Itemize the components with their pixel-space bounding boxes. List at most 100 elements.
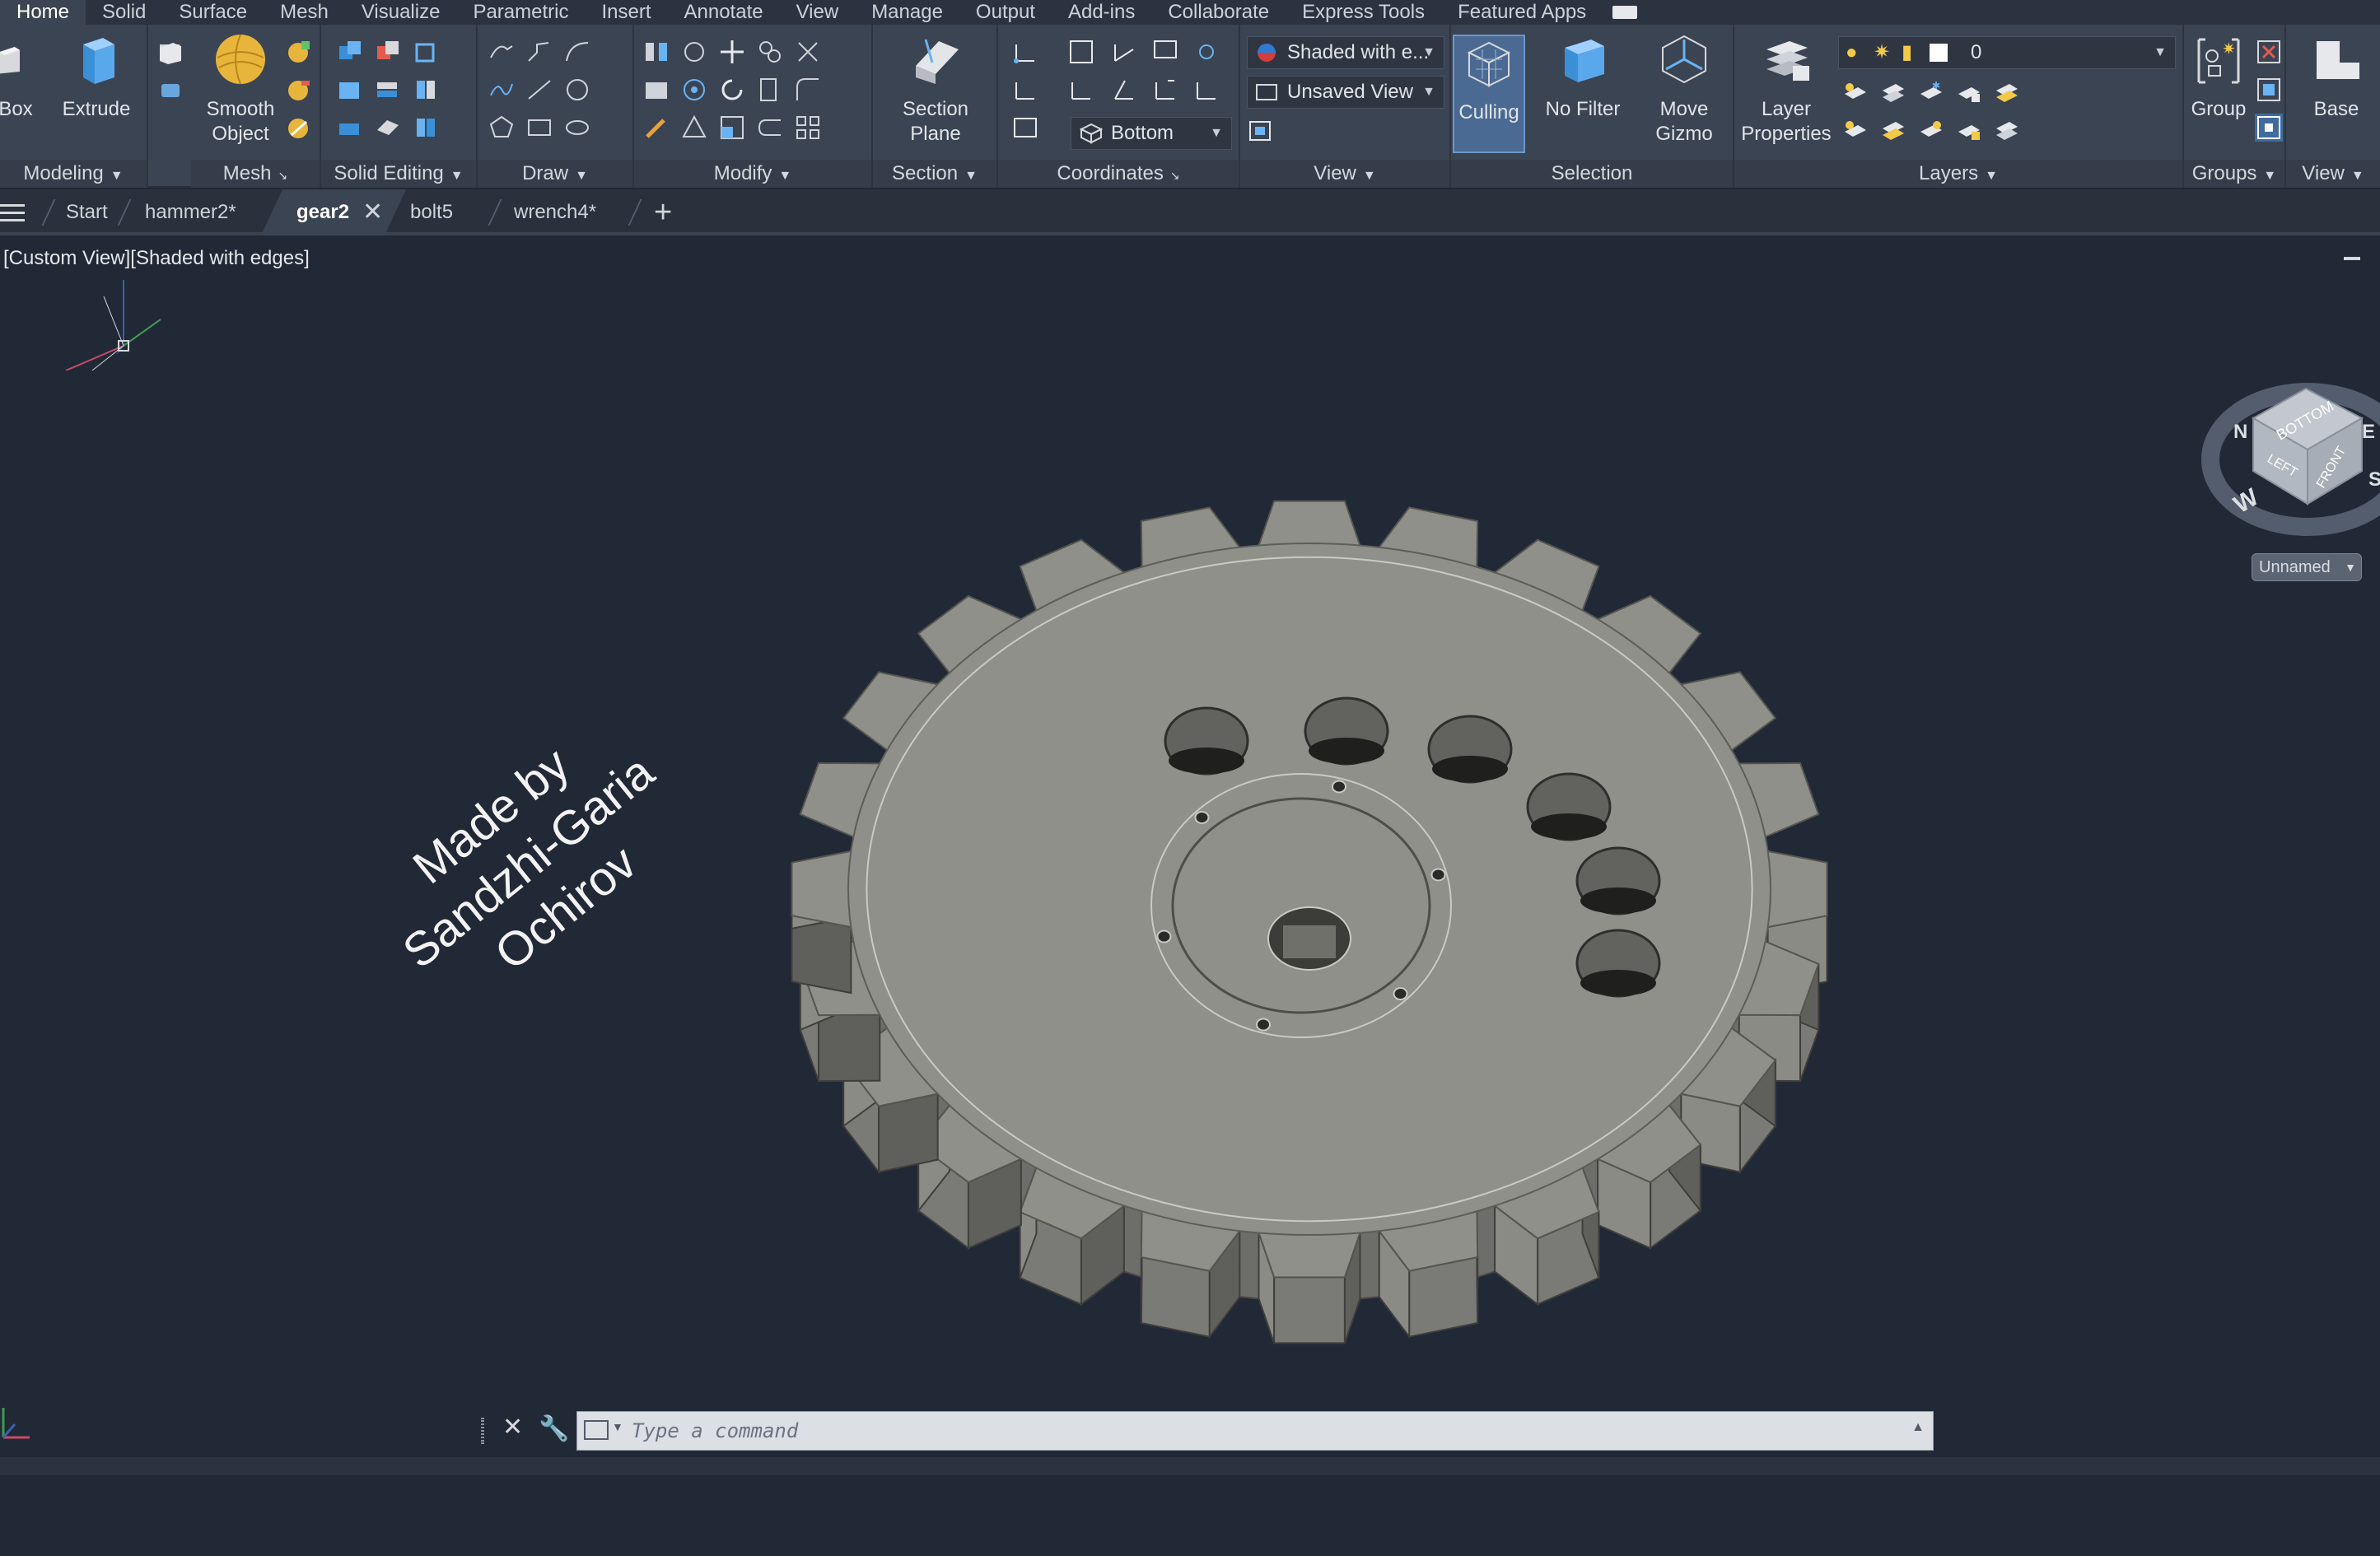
- close-command-line-icon[interactable]: ✕: [502, 1413, 523, 1442]
- polyline-icon[interactable]: [488, 38, 516, 66]
- panel-title-coordinates[interactable]: Coordinates ↘: [998, 160, 1239, 188]
- layer-on-icon[interactable]: [1841, 117, 1869, 145]
- layer-lock-icon[interactable]: [1955, 79, 1983, 107]
- panel-title-view-base[interactable]: View ▼: [2286, 160, 2380, 188]
- tab-manage[interactable]: Manage: [855, 0, 959, 25]
- ucs-dropdown[interactable]: Bottom ▼: [1071, 117, 1232, 150]
- polygon-icon[interactable]: [488, 114, 516, 142]
- circle-icon[interactable]: [563, 76, 591, 104]
- box-button[interactable]: Box: [0, 33, 36, 122]
- ucs-x-icon[interactable]: [1110, 38, 1138, 66]
- thicken-icon[interactable]: [374, 76, 402, 104]
- panel-title-groups[interactable]: Groups ▼: [2184, 160, 2284, 188]
- stretch-icon[interactable]: [756, 76, 784, 104]
- panel-title-modify[interactable]: Modify ▼: [634, 160, 871, 188]
- mesh-smooth-less-icon[interactable]: [285, 76, 313, 104]
- visual-style-dropdown[interactable]: Shaded with e... ▼: [1247, 36, 1444, 69]
- line-segment-icon[interactable]: [525, 76, 553, 104]
- layer-freeze-icon[interactable]: ✱: [1917, 79, 1945, 107]
- mesh-smooth-more-icon[interactable]: [285, 38, 313, 66]
- new-tab-icon[interactable]: +: [654, 189, 672, 235]
- polysolid-icon[interactable]: [156, 38, 184, 66]
- named-view-dropdown[interactable]: Unsaved View ▼: [1247, 76, 1444, 109]
- layer-off-icon[interactable]: [1841, 79, 1869, 107]
- tab-home[interactable]: Home: [0, 0, 86, 25]
- rectangle-icon[interactable]: [525, 114, 553, 142]
- tab-collaborate[interactable]: Collaborate: [1151, 0, 1286, 25]
- ucs-named-icon[interactable]: [1011, 114, 1039, 142]
- layer-properties-button[interactable]: Layer Properties: [1734, 33, 1838, 147]
- copy-icon[interactable]: [756, 38, 784, 66]
- extrude-button[interactable]: Extrude: [59, 33, 133, 122]
- annotation-text[interactable]: Made by Sandzhi-Garia Ochirov: [354, 697, 703, 1027]
- ucs-y-icon[interactable]: [1110, 76, 1138, 104]
- 3d-align-icon[interactable]: [642, 76, 670, 104]
- mesh-refine-icon[interactable]: [285, 114, 313, 142]
- panel-title-solid-editing[interactable]: Solid Editing ▼: [321, 160, 476, 188]
- ucs-world-icon[interactable]: [1067, 38, 1095, 66]
- ucs-object-icon[interactable]: [1011, 76, 1039, 104]
- spline-icon[interactable]: [488, 76, 516, 104]
- no-filter-button[interactable]: No Filter: [1533, 33, 1632, 122]
- trim-icon[interactable]: [794, 38, 822, 66]
- layer-unisolate-icon[interactable]: [1879, 117, 1907, 145]
- panel-title-layers[interactable]: Layers ▼: [1734, 160, 2182, 188]
- section-plane-button[interactable]: Section Plane: [886, 33, 985, 147]
- layer-isolate-icon[interactable]: [1879, 79, 1907, 107]
- compass-n-label[interactable]: N: [2233, 421, 2247, 443]
- union-icon[interactable]: [336, 38, 364, 66]
- ucs-view-icon[interactable]: [1151, 38, 1179, 66]
- layer-match-icon[interactable]: [1993, 79, 2021, 107]
- panel-title-view[interactable]: View ▼: [1240, 160, 1449, 188]
- ucs-menu-dropdown[interactable]: Unnamed ▼: [2252, 553, 2362, 581]
- 3d-rotate-icon[interactable]: [680, 38, 708, 66]
- viewport-minimize-icon[interactable]: [2344, 257, 2360, 260]
- layer-thaw-icon[interactable]: [1917, 117, 1945, 145]
- loft-icon[interactable]: [156, 76, 184, 104]
- ucs-origin-icon[interactable]: [1192, 38, 1220, 66]
- ucs-z-icon[interactable]: [1151, 76, 1179, 104]
- tab-annotate[interactable]: Annotate: [668, 0, 780, 25]
- ungroup-icon[interactable]: [2255, 38, 2283, 66]
- command-line[interactable]: ▼ Type a command ▲: [576, 1411, 1934, 1451]
- rotate-icon[interactable]: [718, 76, 746, 104]
- doc-tab-gear2[interactable]: gear2: [296, 189, 349, 235]
- erase-icon[interactable]: [642, 114, 670, 142]
- customize-wrench-icon[interactable]: 🔧: [539, 1414, 569, 1443]
- chevron-up-icon[interactable]: ▲: [1911, 1420, 1925, 1435]
- close-tab-icon[interactable]: ✕: [362, 189, 383, 235]
- ucs-icon[interactable]: [1011, 38, 1039, 66]
- command-input[interactable]: Type a command: [632, 1412, 798, 1450]
- tab-output[interactable]: Output: [959, 0, 1052, 25]
- doc-tab-start[interactable]: Start: [66, 189, 108, 235]
- interfere-icon[interactable]: [336, 114, 364, 142]
- fillet-icon[interactable]: [794, 76, 822, 104]
- move-icon[interactable]: [718, 38, 746, 66]
- model-viewport[interactable]: [Custom View][Shaded with edges] Made by…: [0, 239, 2380, 1457]
- smooth-object-button[interactable]: Smooth Object: [199, 33, 282, 147]
- gear-model[interactable]: [791, 469, 1828, 1556]
- shell-icon[interactable]: [374, 114, 402, 142]
- culling-button[interactable]: Culling: [1453, 35, 1525, 153]
- chevron-down-icon[interactable]: ▼: [612, 1420, 623, 1433]
- tab-view[interactable]: View: [780, 0, 856, 25]
- panel-title-mesh[interactable]: Mesh ↘: [191, 160, 320, 188]
- viewport-config-icon[interactable]: [1247, 117, 1275, 145]
- subtract-icon[interactable]: [374, 38, 402, 66]
- tab-solid[interactable]: Solid: [86, 0, 162, 25]
- hamburger-menu-icon[interactable]: [0, 204, 25, 222]
- group-button[interactable]: ✷ Group: [2184, 33, 2253, 122]
- ribbon-toggle-icon[interactable]: [1612, 6, 1638, 19]
- command-prompt-icon[interactable]: [584, 1420, 609, 1440]
- array-icon[interactable]: [794, 114, 822, 142]
- tab-mesh[interactable]: Mesh: [264, 0, 345, 25]
- viewport-controls-label[interactable]: [Custom View][Shaded with edges]: [3, 247, 310, 270]
- panel-title-draw[interactable]: Draw ▼: [478, 160, 632, 188]
- tab-add-ins[interactable]: Add-ins: [1052, 0, 1151, 25]
- offset-icon[interactable]: [756, 114, 784, 142]
- mirror-3d-icon[interactable]: [642, 38, 670, 66]
- group-selection-icon[interactable]: [2255, 114, 2283, 142]
- doc-tab-wrench4[interactable]: wrench4*: [514, 189, 596, 235]
- layer-current-icon[interactable]: [1993, 117, 2021, 145]
- compass-e-label[interactable]: E: [2362, 421, 2375, 443]
